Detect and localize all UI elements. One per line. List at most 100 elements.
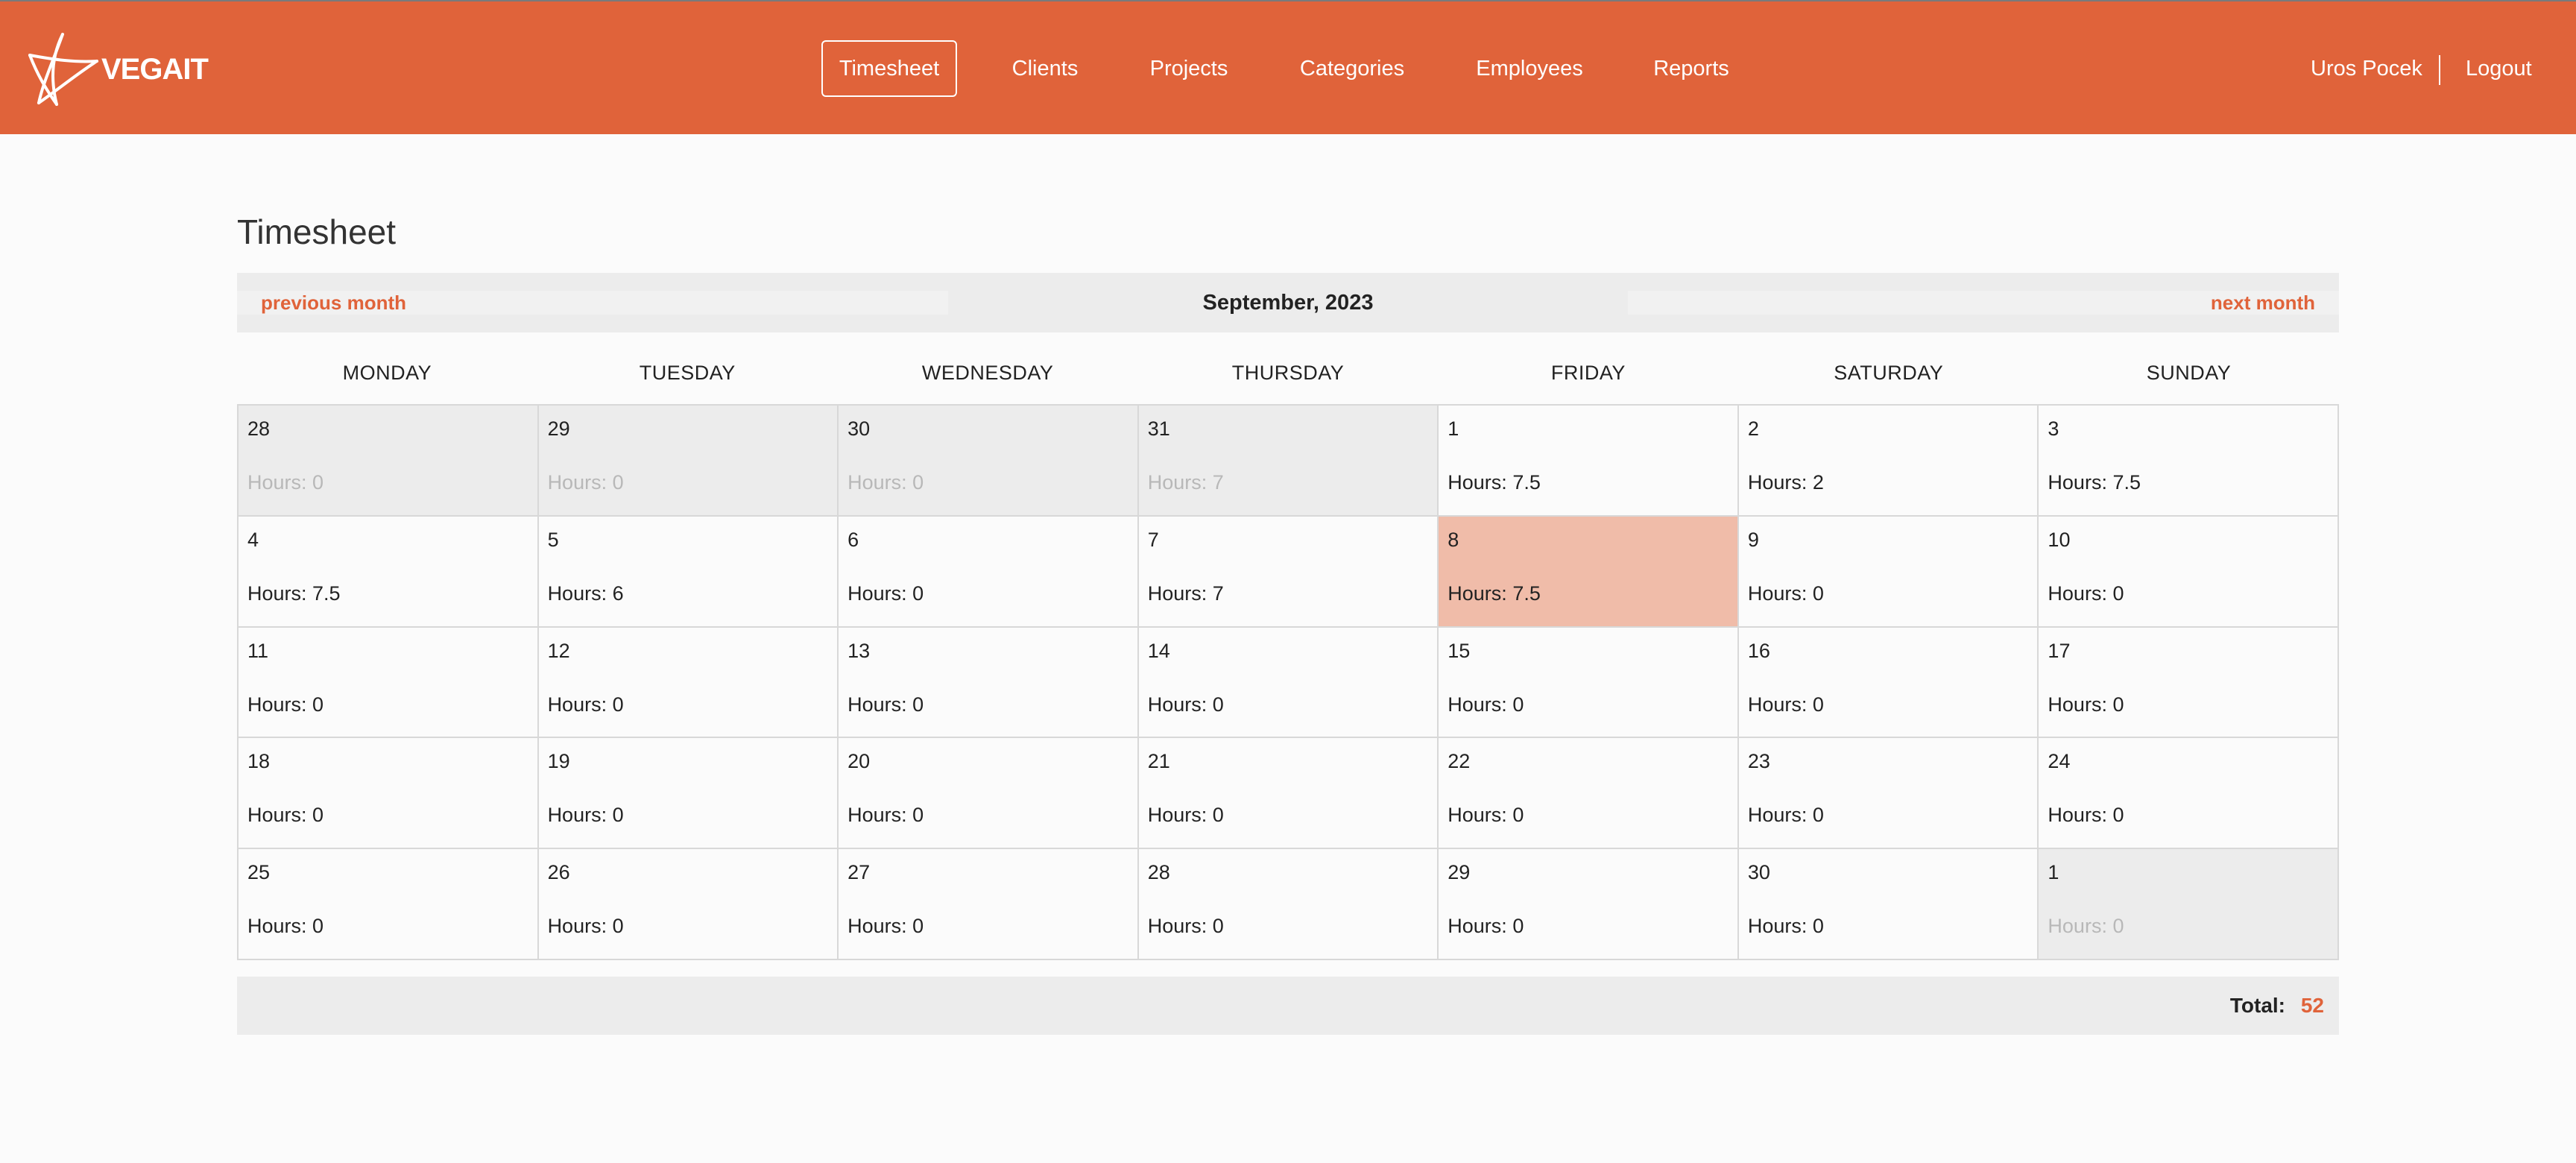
hours-value: 0 xyxy=(1212,693,1224,716)
calendar-day-cell[interactable]: 24 Hours: 0 xyxy=(2039,738,2339,850)
current-month-label: September, 2023 xyxy=(1202,290,1374,315)
calendar-day-cell[interactable]: 27 Hours: 0 xyxy=(839,849,1139,960)
day-hours: Hours: 7 xyxy=(1148,471,1224,494)
hours-label: Hours: xyxy=(1147,915,1213,938)
calendar-day-cell[interactable]: 20 Hours: 0 xyxy=(839,738,1139,850)
hours-value: 0 xyxy=(1812,915,1824,938)
weekday-sunday: SUNDAY xyxy=(2146,361,2232,384)
hours-label: Hours: xyxy=(547,693,613,716)
hours-label: Hours: xyxy=(2048,804,2113,827)
calendar-day-cell[interactable]: 21 Hours: 0 xyxy=(1138,738,1439,850)
previous-month-link[interactable]: previous month xyxy=(261,273,406,332)
calendar-day-cell[interactable]: 23 Hours: 0 xyxy=(1738,738,2039,850)
day-number: 5 xyxy=(547,528,559,551)
day-number: 14 xyxy=(1147,639,1170,662)
calendar-day-cell[interactable]: 2 Hours: 2 xyxy=(1738,406,2039,517)
hours-label: Hours: xyxy=(547,804,613,827)
hours-value: 0 xyxy=(912,582,924,605)
calendar-day-cell[interactable]: 17 Hours: 0 xyxy=(2039,627,2339,739)
calendar-day-cell[interactable]: 13 Hours: 0 xyxy=(839,627,1139,739)
nav-timesheet[interactable]: Timesheet xyxy=(821,40,957,97)
nav-reports[interactable]: Reports xyxy=(1643,40,1740,97)
day-number: 29 xyxy=(547,417,570,440)
calendar-day-cell[interactable]: 31 Hours: 7 xyxy=(1138,406,1439,517)
hours-value: 0 xyxy=(2112,582,2124,605)
calendar-day-cell[interactable]: 11 Hours: 0 xyxy=(239,627,539,739)
calendar-day-cell[interactable]: 19 Hours: 0 xyxy=(538,738,839,850)
calendar-day-cell[interactable]: 8 Hours: 7.5 xyxy=(1439,516,1739,628)
calendar-day-cell[interactable]: 18 Hours: 0 xyxy=(239,738,539,850)
day-number: 19 xyxy=(547,750,570,773)
hours-label: Hours: xyxy=(1448,582,1513,605)
nav-projects[interactable]: Projects xyxy=(1140,40,1237,97)
hours-label: Hours: xyxy=(1747,915,1813,938)
nav-employees[interactable]: Employees xyxy=(1468,40,1591,97)
day-hours: Hours: 0 xyxy=(247,804,323,827)
day-hours: Hours: 0 xyxy=(1448,693,1524,716)
weekday-tuesday: TUESDAY xyxy=(639,361,736,384)
month-navigation-bar: September, 2023 previous month next mont… xyxy=(237,273,2339,332)
day-number: 6 xyxy=(847,528,859,551)
weekday-header-row: MONDAY TUESDAY WEDNESDAY THURSDAY FRIDAY… xyxy=(237,352,2339,394)
calendar-day-cell[interactable]: 1 Hours: 7.5 xyxy=(1439,406,1739,517)
hours-value: 7 xyxy=(1212,582,1224,605)
day-hours: Hours: 0 xyxy=(548,915,624,938)
hours-label: Hours: xyxy=(847,582,913,605)
hours-value: 0 xyxy=(912,804,924,827)
hours-value: 0 xyxy=(612,471,624,494)
calendar-day-cell[interactable]: 15 Hours: 0 xyxy=(1439,627,1739,739)
calendar-day-cell[interactable]: 12 Hours: 0 xyxy=(538,627,839,739)
calendar-day-cell[interactable]: 1 Hours: 0 xyxy=(2039,849,2339,960)
header-divider xyxy=(2439,55,2440,85)
day-hours: Hours: 0 xyxy=(847,471,924,494)
hours-label: Hours: xyxy=(847,693,913,716)
calendar-day-cell[interactable]: 7 Hours: 7 xyxy=(1138,516,1439,628)
logout-link[interactable]: Logout xyxy=(2466,40,2532,97)
day-hours: Hours: 0 xyxy=(847,915,924,938)
calendar-day-cell[interactable]: 10 Hours: 0 xyxy=(2039,516,2339,628)
day-number: 16 xyxy=(1747,639,1770,662)
calendar-day-cell[interactable]: 22 Hours: 0 xyxy=(1439,738,1739,850)
calendar-grid: 28 Hours: 0 29 Hours: 0 30 Hours: 0 31 Hours: 7… xyxy=(237,404,2339,960)
calendar-day-cell[interactable]: 9 Hours: 0 xyxy=(1738,516,2039,628)
day-number: 8 xyxy=(1448,528,1459,551)
calendar-day-cell[interactable]: 5 Hours: 6 xyxy=(538,516,839,628)
hours-label: Hours: xyxy=(2048,915,2113,938)
day-number: 27 xyxy=(847,861,871,884)
calendar-day-cell[interactable]: 29 Hours: 0 xyxy=(1439,849,1739,960)
day-number: 26 xyxy=(547,861,570,884)
day-hours: Hours: 0 xyxy=(247,693,323,716)
day-number: 24 xyxy=(2048,750,2071,773)
calendar-day-cell[interactable]: 4 Hours: 7.5 xyxy=(239,516,539,628)
calendar-day-cell[interactable]: 25 Hours: 0 xyxy=(239,849,539,960)
calendar-day-cell[interactable]: 30 Hours: 0 xyxy=(839,406,1139,517)
hours-label: Hours: xyxy=(247,915,313,938)
calendar-day-cell[interactable]: 28 Hours: 0 xyxy=(239,406,539,517)
day-hours: Hours: 0 xyxy=(2048,804,2124,827)
next-month-link[interactable]: next month xyxy=(2211,273,2315,332)
calendar-day-cell[interactable]: 16 Hours: 0 xyxy=(1738,627,2039,739)
weekday-friday: FRIDAY xyxy=(1550,361,1626,384)
nav-clients[interactable]: Clients xyxy=(997,40,1093,97)
hours-label: Hours: xyxy=(1747,471,1813,494)
weekday-wednesday: WEDNESDAY xyxy=(921,361,1054,384)
calendar-day-cell[interactable]: 6 Hours: 0 xyxy=(839,516,1139,628)
day-number: 18 xyxy=(247,750,271,773)
calendar-day-cell[interactable]: 14 Hours: 0 xyxy=(1138,627,1439,739)
nav-categories[interactable]: Categories xyxy=(1288,40,1416,97)
hours-value: 0 xyxy=(1812,582,1824,605)
day-hours: Hours: 0 xyxy=(1448,804,1524,827)
day-number: 12 xyxy=(547,639,570,662)
calendar-day-cell[interactable]: 29 Hours: 0 xyxy=(538,406,839,517)
day-number: 29 xyxy=(1448,861,1471,884)
calendar-day-cell[interactable]: 3 Hours: 7.5 xyxy=(2039,406,2339,517)
calendar-day-cell[interactable]: 28 Hours: 0 xyxy=(1138,849,1439,960)
day-hours: Hours: 0 xyxy=(1748,804,1824,827)
hours-value: 2 xyxy=(1812,471,1824,494)
hours-label: Hours: xyxy=(1747,582,1813,605)
main-nav: Timesheet Clients Projects Categories Em… xyxy=(0,40,2576,97)
day-number: 7 xyxy=(1147,528,1159,551)
day-hours: Hours: 0 xyxy=(847,582,924,605)
calendar-day-cell[interactable]: 26 Hours: 0 xyxy=(538,849,839,960)
calendar-day-cell[interactable]: 30 Hours: 0 xyxy=(1738,849,2039,960)
